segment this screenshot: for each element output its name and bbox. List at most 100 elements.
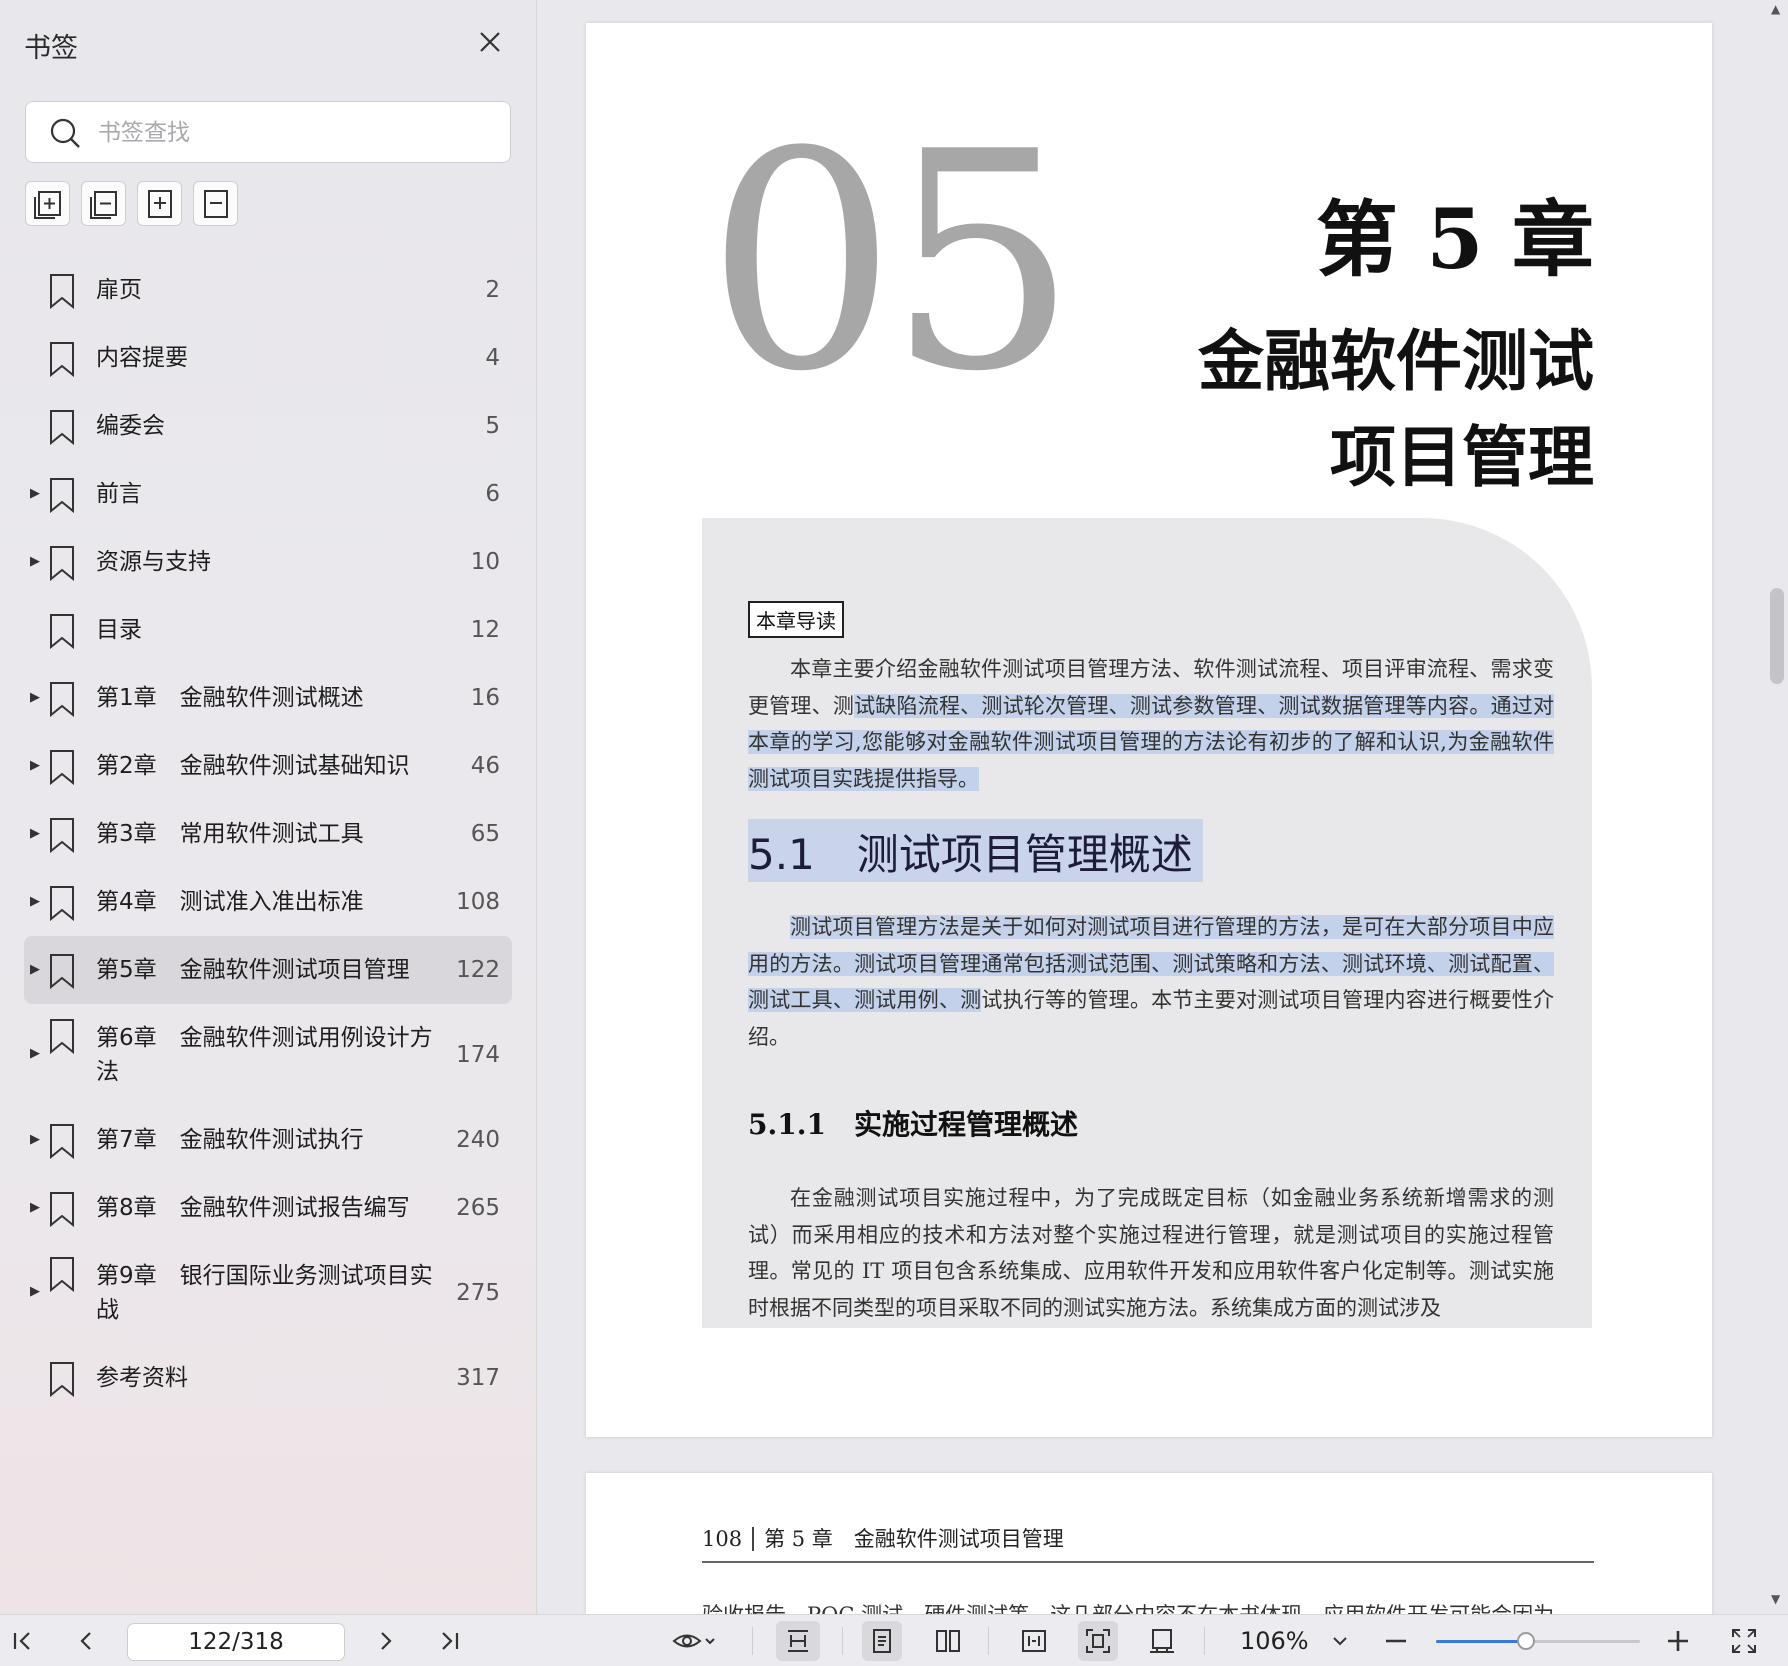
collapse-bookmark-button[interactable] (193, 181, 238, 226)
search-icon (50, 118, 80, 148)
vertical-scrollbar[interactable]: ▲ ▼ (1766, 0, 1788, 1614)
bookmark-search-box[interactable] (25, 101, 511, 163)
add-bookmark-button[interactable] (25, 181, 70, 226)
bookmark-label: 资源与支持 (96, 549, 211, 575)
bookmark-toolbar (25, 181, 238, 226)
zoom-dropdown-button[interactable] (1322, 1621, 1358, 1661)
single-page-button[interactable] (862, 1621, 902, 1661)
expand-triangle-icon[interactable]: ▶ (30, 894, 44, 909)
bookmark-item[interactable]: ▶ 资源与支持 10 (24, 528, 512, 596)
expand-triangle-icon[interactable]: ▶ (30, 826, 44, 841)
bookmark-item[interactable]: ▶ 第1章 金融软件测试概述 16 (24, 664, 512, 732)
expand-triangle-icon[interactable]: ▶ (30, 690, 44, 705)
expand-triangle-icon[interactable]: ▶ (30, 962, 44, 977)
zoom-out-button[interactable] (1376, 1621, 1416, 1661)
prev-page-button[interactable] (66, 1621, 106, 1661)
fullscreen-button[interactable] (1724, 1621, 1764, 1661)
remove-bookmark-button[interactable] (81, 181, 126, 226)
two-page-button[interactable] (928, 1621, 968, 1661)
bookmark-label: 扉页 (96, 277, 142, 303)
last-page-icon (442, 1632, 459, 1650)
scrollbar-thumb[interactable] (1770, 588, 1784, 684)
fit-page-button[interactable] (1078, 1621, 1118, 1661)
bookmark-item[interactable]: 扉页 2 (24, 256, 512, 324)
bookmark-item[interactable]: ▶ 第5章 金融软件测试项目管理 122 (24, 936, 512, 1004)
fit-width-icon (1022, 1630, 1046, 1652)
bookmark-label: 编委会 (96, 413, 165, 439)
running-page-number: 108 (702, 1527, 755, 1551)
bookmark-item[interactable]: ▶ 第3章 常用软件测试工具 65 (24, 800, 512, 868)
continuous-scroll-button[interactable] (776, 1621, 820, 1661)
expand-triangle-icon[interactable]: ▶ (30, 1284, 44, 1299)
bookmark-page-number: 174 (456, 1042, 500, 1068)
bookmark-icon (50, 954, 74, 989)
section-heading[interactable]: 5.1 测试项目管理概述 (748, 819, 1203, 882)
bookmark-page-number: 122 (456, 957, 500, 983)
expand-triangle-icon[interactable]: ▶ (30, 554, 44, 569)
bookmark-item[interactable]: ▶ 第2章 金融软件测试基础知识 46 (24, 732, 512, 800)
bookmark-icon (50, 1192, 74, 1227)
section-paragraph[interactable]: 测试项目管理方法是关于如何对测试项目进行管理的方法，是可在大部分项目中应用的方法… (748, 909, 1554, 1055)
fullscreen-icon (1732, 1629, 1756, 1653)
bookmark-page-number: 108 (456, 889, 500, 915)
bookmark-icon (50, 274, 74, 309)
bookmark-item[interactable]: ▶ 第4章 测试准入准出标准 108 (24, 868, 512, 936)
bookmark-item[interactable]: ▶ 第7章 金融软件测试执行 240 (24, 1106, 512, 1174)
actual-size-icon (1150, 1629, 1174, 1653)
expand-bookmark-icon (147, 189, 172, 218)
page-body-text: 验收报告、POC 测试、硬件测试等，这几部分内容不在本书体现。应用软件开发可能会… (702, 1599, 1554, 1614)
view-mode-dropdown[interactable] (664, 1621, 724, 1661)
expand-bookmark-button[interactable] (137, 181, 182, 226)
bookmark-icon (50, 478, 74, 513)
bookmark-label: 第5章 金融软件测试项目管理 (96, 957, 410, 983)
add-bookmark-icon (33, 190, 61, 219)
fit-page-icon (1086, 1629, 1110, 1653)
bookmark-icon (50, 614, 74, 649)
expand-triangle-icon[interactable]: ▶ (30, 486, 44, 501)
bookmark-item[interactable]: 参考资料 317 (24, 1344, 512, 1412)
scroll-down-arrow-icon[interactable]: ▼ (1771, 1592, 1780, 1606)
expand-triangle-icon[interactable]: ▶ (30, 1046, 44, 1061)
chapter-number: 第 5 章 (1315, 192, 1594, 288)
subsection-paragraph[interactable]: 在金融测试项目实施过程中，为了完成既定目标（如金融业务系统新增需求的测试）而采用… (748, 1180, 1554, 1326)
zoom-slider[interactable] (1436, 1632, 1640, 1650)
bookmark-item[interactable]: ▶ 第8章 金融软件测试报告编写 265 (24, 1174, 512, 1242)
close-panel-button[interactable] (474, 26, 506, 58)
toolbar-divider (988, 1627, 989, 1655)
page-number-input[interactable]: 122/318 (127, 1623, 345, 1661)
zoom-level[interactable]: 106% (1240, 1627, 1309, 1655)
last-page-button[interactable] (430, 1621, 470, 1661)
expand-triangle-icon[interactable]: ▶ (30, 1132, 44, 1147)
bookmark-item[interactable]: 内容提要 4 (24, 324, 512, 392)
bookmark-item[interactable]: 编委会 5 (24, 392, 512, 460)
bookmark-search-input[interactable] (98, 114, 498, 152)
zoom-in-button[interactable] (1658, 1621, 1698, 1661)
bookmark-page-number: 240 (456, 1127, 500, 1153)
expand-triangle-icon[interactable]: ▶ (30, 1200, 44, 1215)
expand-triangle-icon[interactable]: ▶ (30, 758, 44, 773)
document-view[interactable]: 05 第 5 章 金融软件测试 项目管理 本章导读 本章主要介绍金融软件测试项目… (538, 0, 1788, 1614)
zoom-slider-handle[interactable] (1516, 1632, 1535, 1650)
bookmark-icon (50, 1124, 74, 1159)
actual-size-button[interactable] (1142, 1621, 1182, 1661)
bookmark-page-number: 317 (456, 1365, 500, 1391)
first-page-button[interactable] (2, 1621, 42, 1661)
bookmark-item[interactable]: 目录 12 (24, 596, 512, 664)
subsection-heading[interactable]: 5.1.1 实施过程管理概述 (748, 1103, 1078, 1143)
pdf-page-next: 108 第 5 章 金融软件测试项目管理 验收报告、POC 测试、硬件测试等，这几… (586, 1473, 1712, 1614)
bookmark-list: 扉页 2 内容提要 4 编委会 5 ▶ 前言 6 ▶ 资源与支持 10 目录 12 ▶ 第1章 金融软件测试概… (24, 256, 512, 1412)
bookmark-item[interactable]: ▶ 前言 6 (24, 460, 512, 528)
selected-text: 试缺陷流程、测试轮次管理、测试参数管理、测试数据管理等内容。通过对本章的学习,您… (748, 693, 1555, 791)
bookmark-item[interactable]: ▶ 第9章 银行国际业务测试项目实 战 275 (24, 1242, 512, 1344)
bookmark-label: 第9章 银行国际业务测试项目实 战 (96, 1263, 433, 1323)
scroll-up-arrow-icon[interactable]: ▲ (1771, 2, 1780, 16)
bookmark-label: 目录 (96, 617, 142, 643)
fit-width-button[interactable] (1014, 1621, 1054, 1661)
bookmark-item[interactable]: ▶ 第6章 金融软件测试用例设计方 法 174 (24, 1004, 512, 1106)
close-icon (480, 32, 500, 52)
running-chapter-title: 第 5 章 金融软件测试项目管理 (764, 1527, 1064, 1551)
next-page-button[interactable] (366, 1621, 406, 1661)
bookmark-label: 前言 (96, 481, 142, 507)
chapter-guide-paragraph[interactable]: 本章主要介绍金融软件测试项目管理方法、软件测试流程、项目评审流程、需求变更管理、… (748, 651, 1555, 797)
bookmark-label: 第3章 常用软件测试工具 (96, 821, 364, 847)
